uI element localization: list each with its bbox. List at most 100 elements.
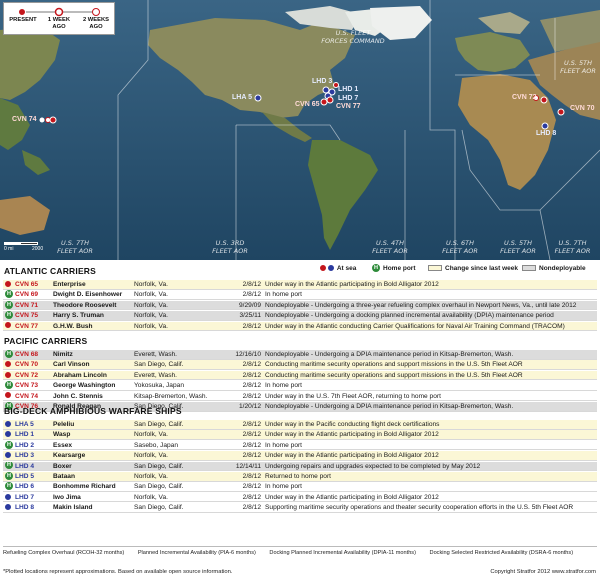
scale-zero: 0 mi	[4, 246, 14, 252]
table-row: H CVN 75 Harry S. Truman Norfolk, Va. 3/25/1…	[3, 311, 597, 321]
home-port-icon: H	[5, 440, 13, 449]
status-date: 2/8/12	[242, 392, 261, 400]
status-date: 2/8/12	[242, 382, 261, 390]
status-date: 2/8/12	[242, 421, 261, 428]
ship-label-cvn77: CVN 77	[336, 103, 361, 110]
table-row: H CVN 71 Theodore Roosevelt Norfolk, Va. 9/2…	[3, 300, 597, 311]
status-mark	[5, 420, 14, 430]
status-text: Under way in the Pacific conducting flig…	[265, 421, 440, 428]
definition-pia: Planned Incremental Availability (PIA-6 …	[137, 550, 256, 556]
status-mark	[5, 493, 14, 503]
home-port: Kitsap-Bremerton, Wash.	[134, 392, 208, 400]
ship-name: Essex	[53, 441, 73, 449]
status-text: Nondeployable - Undergoing a docking pla…	[265, 312, 554, 320]
home-port-icon: H	[5, 482, 13, 491]
at-sea-red-icon	[5, 361, 11, 368]
home-port: Everett, Wash.	[134, 371, 177, 379]
hull-number: CVN 69	[15, 291, 39, 299]
status-date: 2/8/12	[242, 441, 261, 449]
ship-name: John C. Stennis	[53, 392, 103, 400]
status-text: In home port	[265, 291, 303, 299]
table-row: CVN 65 Enterprise Norfolk, Va. 2/8/12 Under …	[3, 280, 597, 290]
fleet-label-6th: U.S. 6TH FLEET AOR	[442, 239, 478, 255]
hull-number: LHD 2	[15, 441, 35, 449]
table-row: H CVN 73 George Washington Yokosuka, Japan 2…	[3, 381, 597, 391]
ship-name: Dwight D. Eisenhower	[53, 291, 123, 299]
at-sea-red-icon	[5, 371, 11, 378]
map-scale: 0 mi 2000	[4, 242, 44, 256]
world-map: PRESENT 1 WEEK AGO 2 WEEKS AGO U.S. FLEE…	[0, 0, 600, 260]
status-mark	[5, 430, 14, 440]
table-row: CVN 72 Abraham Lincoln Everett, Wash. 2/8/1…	[3, 370, 597, 381]
status-text: Under way in the Atlantic participating …	[265, 452, 439, 460]
ship-name: Nimitz	[53, 351, 73, 358]
legend-change-label: Change since last week	[445, 265, 518, 272]
table-row: CVN 77 G.H.W. Bush Norfolk, Va. 2/8/12 Under…	[3, 321, 597, 332]
fleet-label-5th-top: U.S. 5TH FLEET AOR	[560, 59, 596, 75]
status-text: Under way in the Atlantic conducting Car…	[265, 322, 565, 330]
at-sea-blue-icon	[5, 431, 11, 438]
table-row: CVN 70 Carl Vinson San Diego, Calif. 2/8/12…	[3, 360, 597, 370]
table-row: H LHD 5 Bataan Norfolk, Va. 2/8/12 Returned t…	[3, 472, 597, 482]
ship-name: Makin Island	[53, 504, 93, 512]
time-legend-2-weeks: 2 WEEKS AGO	[82, 17, 110, 30]
home-port: Sasebo, Japan	[134, 441, 178, 449]
fleet-label-usff: U.S. FLEET FORCES COMMAND	[321, 29, 385, 45]
change-swatch	[428, 265, 442, 272]
legend-at-sea: At sea	[320, 263, 356, 274]
definitions: Refueling Complex Overhaul (RCOH-32 mont…	[3, 546, 597, 556]
status-text: Under way in the Atlantic participating …	[265, 281, 439, 288]
hull-number: CVN 70	[15, 361, 39, 369]
fleet-label-7th-left: U.S. 7TH FLEET AOR	[57, 239, 93, 255]
at-sea-blue-icon	[5, 503, 11, 510]
status-date: 2/8/12	[242, 483, 261, 491]
ship-name: Bonhomme Richard	[53, 483, 116, 491]
status-text: In home port	[265, 441, 303, 449]
hull-number: LHD 5	[15, 473, 35, 480]
ship-label-lhd3: LHD 3	[312, 78, 333, 85]
at-sea-red-icon	[5, 280, 11, 287]
table-row: LHD 7 Iwo Jima Norfolk, Va. 2/8/12 Under way…	[3, 493, 597, 503]
hull-number: CVN 71	[15, 301, 39, 309]
ship-name: George Washington	[53, 382, 116, 390]
section-title: BIG-DECK AMPHIBIOUS WARFARE SHIPS	[4, 406, 182, 416]
status-mark: H	[5, 381, 14, 391]
home-port: San Diego, Calif.	[134, 483, 184, 491]
time-legend: PRESENT 1 WEEK AGO 2 WEEKS AGO	[3, 2, 115, 35]
ship-name: Abraham Lincoln	[53, 371, 107, 379]
hull-number: LHA 5	[15, 421, 34, 428]
legend-nondeployable-label: Nondeployable	[539, 265, 586, 272]
section-title: ATLANTIC CARRIERS	[4, 266, 97, 276]
time-legend-track	[18, 7, 100, 17]
hull-number: LHD 4	[15, 462, 35, 470]
map-graphic	[0, 0, 600, 260]
table-row: H LHD 2 Essex Sasebo, Japan 2/8/12 In home po…	[3, 440, 597, 451]
status-date: 9/29/09	[239, 301, 261, 309]
home-port: Norfolk, Va.	[134, 473, 168, 480]
at-sea-blue-icon	[5, 420, 11, 427]
ship-name: Peleliu	[53, 421, 75, 428]
ship-tables: At sea H Home port Change since last week…	[0, 260, 600, 582]
time-legend-present: PRESENT	[9, 17, 37, 23]
scale-max: 2000	[32, 246, 44, 252]
home-port-icon: H	[5, 461, 13, 470]
ship-label-cvn74: CVN 74	[12, 116, 37, 123]
status-text: In home port	[265, 382, 303, 390]
time-legend-1-week: 1 WEEK AGO	[47, 17, 71, 30]
status-date: 2/8/12	[242, 371, 261, 379]
definition-rcoh: Refueling Complex Overhaul (RCOH-32 mont…	[3, 550, 125, 556]
section-title: PACIFIC CARRIERS	[4, 336, 88, 346]
home-port-icon: H	[5, 300, 13, 309]
fleet-label-4th: U.S. 4TH FLEET AOR	[372, 239, 408, 255]
status-mark	[5, 360, 14, 370]
table-row: H LHD 4 Boxer San Diego, Calif. 12/14/11 Unde…	[3, 461, 597, 472]
ship-name: Bataan	[53, 473, 75, 480]
ship-label-cvn72: CVN 72	[512, 94, 537, 101]
scale-bar	[4, 242, 38, 245]
status-mark	[5, 503, 14, 513]
ship-name: Iwo Jima	[53, 493, 81, 501]
ship-label-cvn70: CVN 70	[570, 105, 595, 112]
legend-nondeployable: Nondeployable	[522, 263, 586, 274]
status-text: Conducting maritime security operations …	[265, 371, 523, 379]
status-date: 2/8/12	[242, 452, 261, 460]
